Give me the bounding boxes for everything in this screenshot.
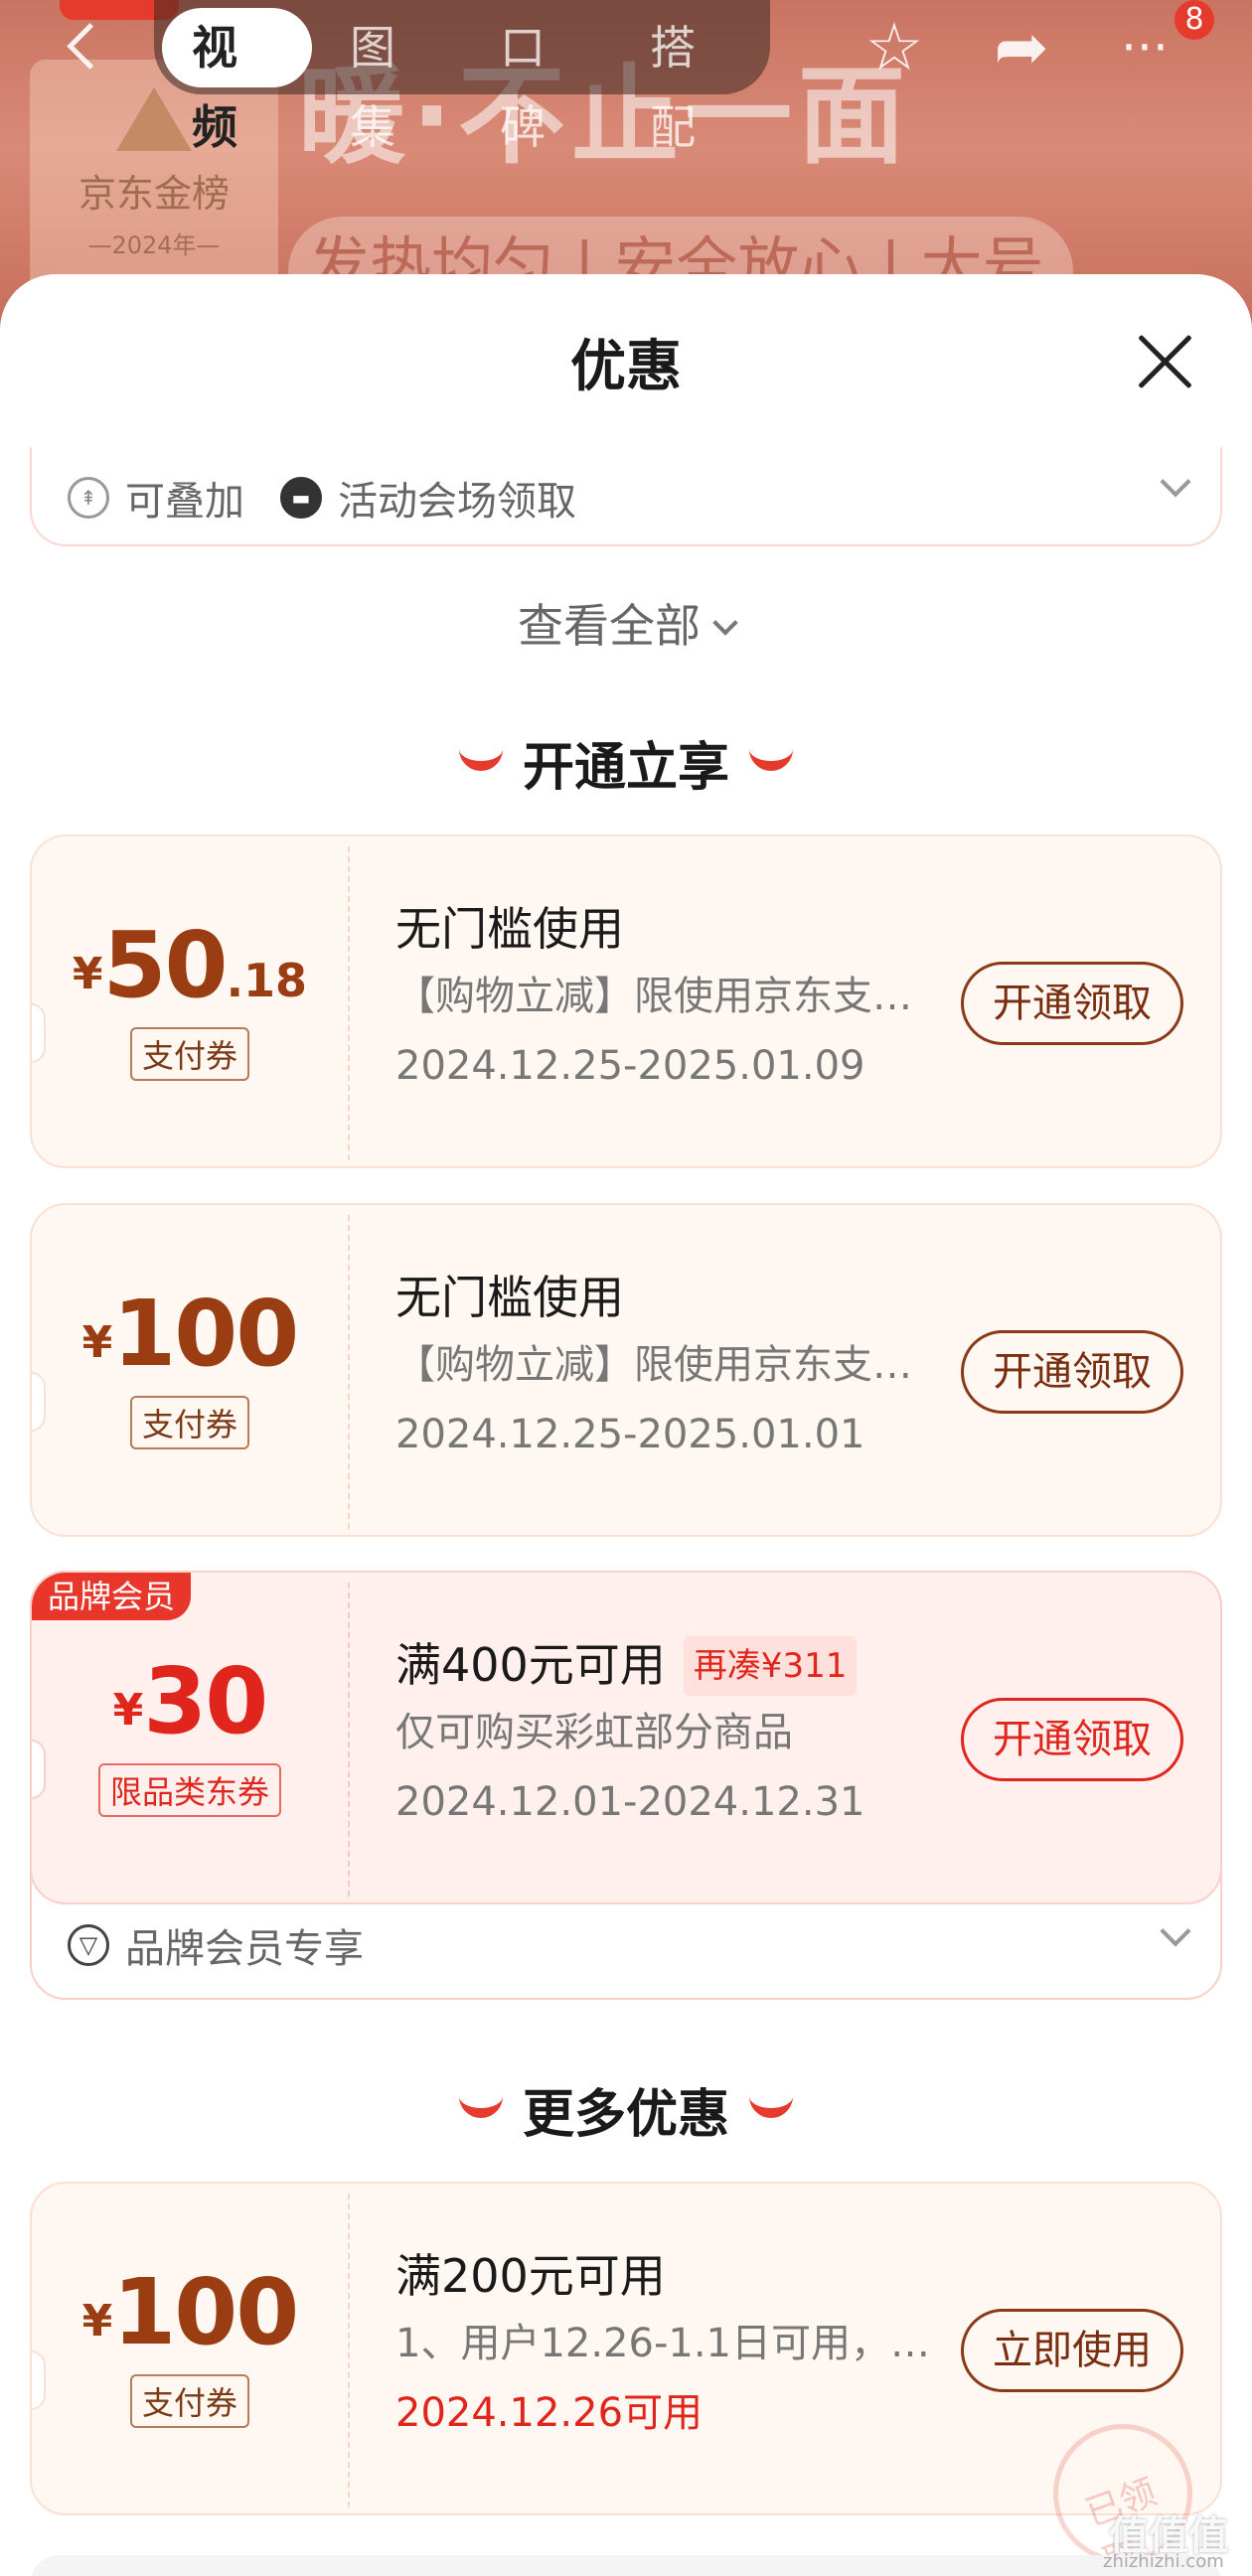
coupon-desc: 【购物立减】限使用京东支… [395,974,912,1019]
tab-match[interactable]: 搭配 [620,8,770,154]
coupon-amount: ¥30 [112,1648,269,1754]
coupon-amount: ¥100 [81,2259,300,2365]
smile-icon [749,749,793,771]
coupon-title: 满200元可用 [395,2249,666,2303]
notification-badge: 8 [1174,0,1214,40]
back-icon[interactable] [60,18,109,77]
previous-coupon-footer[interactable]: ⇞ 可叠加 ▬ 活动会场领取 [30,447,1222,546]
tag-event-venue: 活动会场领取 [338,479,576,525]
chevron-down-icon [712,610,738,636]
view-all-link[interactable]: 查看全部 [0,590,1252,656]
coupon-amount: ¥100 [81,1281,300,1387]
coupon-title: 无门槛使用 [395,1271,624,1324]
coupon-title: 满400元可用 再凑¥311 [395,1632,952,1698]
member-v-icon: ▽ [68,1924,109,1966]
more-icon[interactable]: ··· [1105,8,1184,87]
star-icon[interactable]: ☆ [855,8,934,87]
claim-button[interactable]: 开通领取 [961,1330,1183,1414]
discount-sheet: 优惠 ⇞ 可叠加 ▬ 活动会场领取 查看全部 开通立享 ¥50.18 支付券 无… [0,274,1252,2576]
smile-icon [458,749,503,771]
top-up-tag: 再凑¥311 [683,1636,858,1696]
coupon-card: ¥100 支付券 无门槛使用 【购物立减】限使用京东支… 2024.12.25-… [30,1203,1222,1537]
coupon-date: 2024.12.25-2025.01.01 [395,1412,865,1457]
member-exclusive-row[interactable]: ▽ 品牌会员专享 [68,1916,364,1974]
coupon-date: 2024.12.01-2024.12.31 [395,1779,865,1825]
next-card-peek [30,2555,1222,2576]
close-icon[interactable] [1133,330,1196,393]
ticket-icon: ▬ [280,477,322,519]
tag-stackable: 可叠加 [125,479,244,525]
tab-video[interactable]: 视频 [162,7,312,154]
mark-year: —2024年— [87,231,221,259]
jd-ranking-mark: 京东金榜 —2024年— [30,60,278,308]
stackable-icon: ⇞ [68,477,109,519]
coupon-type-label: 支付券 [129,1027,250,1081]
coupon-type-label: 支付券 [129,1396,250,1449]
coupon-desc: 仅可购买彩虹部分商品 [395,1710,793,1755]
coupon-desc: 【购物立减】限使用京东支… [395,1342,912,1388]
watermark-url: zhizhizhi.com [1103,2551,1224,2572]
coupon-date: 2024.12.26可用 [395,2390,704,2436]
jd-rank-logo-icon [116,87,192,151]
coupon-type-label: 支付券 [129,2374,250,2428]
section-title-more-offers: 更多优惠 [0,2072,1252,2147]
coupon-card-brand-member: 品牌会员 ¥30 限品类东券 满400元可用 再凑¥311 仅可购买彩虹部分商品 … [30,1571,1222,1904]
member-exclusive-label: 品牌会员专享 [125,1926,364,1972]
coupon-amount: ¥50.18 [72,912,308,1018]
media-tabs: 视频 图集 口碑 搭配 [154,0,770,154]
coupon-title: 无门槛使用 [395,902,624,956]
coupon-desc: 1、用户12.26-1.1日可用，… [395,2321,931,2366]
mark-title: 京东金榜 [78,172,230,216]
coupon-card: ¥100 支付券 满200元可用 1、用户12.26-1.1日可用，… 2024… [30,2182,1222,2515]
claim-button[interactable]: 开通领取 [961,1698,1183,1781]
use-now-button[interactable]: 立即使用 [961,2309,1183,2392]
chevron-down-icon[interactable] [1160,466,1191,498]
coupon-card: ¥50.18 支付券 无门槛使用 【购物立减】限使用京东支… 2024.12.2… [30,834,1222,1168]
view-all-label: 查看全部 [518,599,701,653]
tab-gallery[interactable]: 图集 [320,8,470,154]
coupon-type-label: 限品类东券 [97,1763,282,1817]
section-title-open-benefits: 开通立享 [0,725,1252,800]
share-icon[interactable]: ➦ [982,8,1061,87]
smile-icon [749,2096,793,2118]
sheet-title: 优惠 [570,335,682,399]
coupon-date: 2024.12.25-2025.01.09 [395,1043,865,1089]
smile-icon [458,2096,503,2118]
claim-button[interactable]: 开通领取 [961,962,1183,1045]
tab-reviews[interactable]: 口碑 [470,8,620,154]
chevron-down-icon[interactable] [1160,1915,1191,1947]
